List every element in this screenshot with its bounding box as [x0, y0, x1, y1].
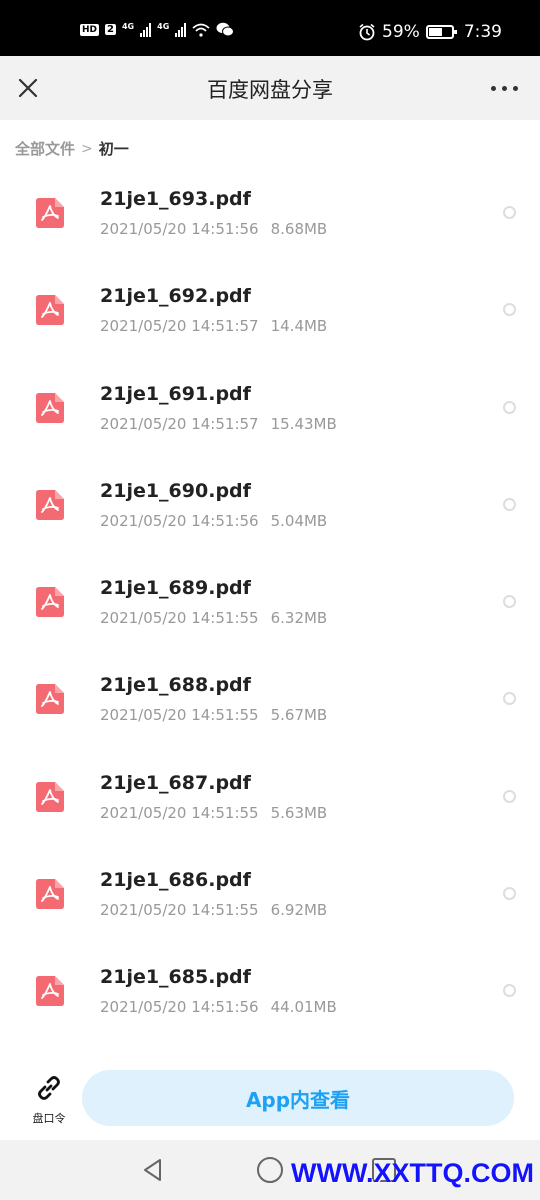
- pdf-file-icon: [36, 295, 64, 326]
- file-name: 21je1_688.pdf: [100, 674, 251, 697]
- clock: 7:39: [463, 22, 502, 42]
- alarm-icon: [359, 23, 375, 41]
- breadcrumb: 全部文件 > 初一: [15, 138, 129, 159]
- wechat-icon: [216, 22, 235, 37]
- file-size: 6.32MB: [270, 609, 328, 628]
- file-date: 2021/05/20 14:51:57: [100, 317, 259, 336]
- top-nav-bar: 百度网盘分享: [0, 56, 540, 120]
- breadcrumb-current: 初一: [98, 140, 129, 158]
- file-row[interactable]: 21je1_693.pdf 2021/05/20 14:51:56 8.68MB: [0, 165, 540, 262]
- select-radio[interactable]: [503, 692, 516, 706]
- file-size: 14.4MB: [270, 317, 328, 336]
- pdf-file-icon: [36, 392, 64, 423]
- wifi-icon: [192, 23, 210, 37]
- file-row[interactable]: 21je1_691.pdf 2021/05/20 14:51:57 15.43MB: [0, 360, 540, 457]
- pdf-file-icon: [36, 879, 64, 910]
- file-row[interactable]: 21je1_689.pdf 2021/05/20 14:51:55 6.32MB: [0, 554, 540, 651]
- select-radio[interactable]: [503, 789, 516, 803]
- file-size: 5.63MB: [270, 803, 328, 822]
- file-name: 21je1_689.pdf: [100, 577, 251, 600]
- file-meta: 2021/05/20 14:51:55 6.92MB: [100, 901, 327, 919]
- status-left: HD 2 4G 4G: [80, 22, 235, 37]
- pdf-file-icon: [36, 198, 64, 228]
- file-name: 21je1_687.pdf: [100, 771, 251, 794]
- select-radio[interactable]: [503, 206, 516, 219]
- link-icon: [38, 1076, 60, 1100]
- link-command-button[interactable]: 盘口令: [26, 1072, 72, 1126]
- file-row[interactable]: 21je1_685.pdf 2021/05/20 14:51:56 44.01MB: [0, 943, 540, 1040]
- file-meta: 2021/05/20 14:51:56 8.68MB: [100, 220, 327, 238]
- file-meta: 2021/05/20 14:51:55 5.63MB: [100, 804, 327, 822]
- file-row[interactable]: 21je1_687.pdf 2021/05/20 14:51:55 5.63MB: [0, 749, 540, 846]
- file-size: 44.01MB: [270, 998, 337, 1017]
- page-title: 百度网盘分享: [207, 78, 333, 102]
- link-command-label: 盘口令: [32, 1112, 66, 1125]
- status-bar: HD 2 4G 4G 59% 7:39: [0, 0, 540, 56]
- file-name: 21je1_685.pdf: [100, 966, 251, 989]
- file-meta: 2021/05/20 14:51:56 5.04MB: [100, 512, 327, 530]
- file-meta: 2021/05/20 14:51:56 44.01MB: [100, 998, 337, 1016]
- file-row[interactable]: 21je1_686.pdf 2021/05/20 14:51:55 6.92MB: [0, 846, 540, 943]
- file-name: 21je1_686.pdf: [100, 869, 251, 892]
- select-radio[interactable]: [503, 497, 516, 511]
- bottom-action-bar: 盘口令 App内查看: [0, 1060, 540, 1140]
- network-label-1: 4G: [121, 22, 135, 31]
- status-right: 59% 7:39: [358, 22, 502, 42]
- file-date: 2021/05/20 14:51:55: [100, 609, 259, 628]
- file-meta: 2021/05/20 14:51:57 15.43MB: [100, 415, 337, 433]
- signal-icon-2: [175, 22, 187, 37]
- file-name: 21je1_692.pdf: [100, 285, 251, 308]
- signal-icon: [140, 22, 152, 37]
- open-in-app-button[interactable]: App内查看: [82, 1070, 514, 1126]
- battery-percent: 59%: [382, 22, 420, 42]
- pdf-file-icon: [36, 489, 64, 520]
- watermark: WWW.XXTTQ.COM: [291, 1158, 534, 1188]
- file-row[interactable]: 21je1_690.pdf 2021/05/20 14:51:56 5.04MB: [0, 457, 540, 554]
- file-meta: 2021/05/20 14:51:57 14.4MB: [100, 317, 327, 335]
- select-radio[interactable]: [503, 595, 516, 609]
- file-date: 2021/05/20 14:51:55: [100, 706, 259, 725]
- file-list: 21je1_693.pdf 2021/05/20 14:51:56 8.68MB …: [0, 165, 540, 1041]
- file-date: 2021/05/20 14:51:55: [100, 803, 259, 822]
- battery-icon: [425, 25, 457, 39]
- file-size: 15.43MB: [270, 414, 337, 433]
- pdf-file-icon: [36, 587, 64, 618]
- file-size: 6.92MB: [270, 901, 328, 920]
- file-row[interactable]: 21je1_692.pdf 2021/05/20 14:51:57 14.4MB: [0, 262, 540, 359]
- file-date: 2021/05/20 14:51:56: [100, 998, 259, 1017]
- file-date: 2021/05/20 14:51:57: [100, 414, 259, 433]
- file-name: 21je1_691.pdf: [100, 382, 251, 405]
- pdf-file-icon: [36, 684, 64, 715]
- file-name: 21je1_693.pdf: [100, 188, 251, 210]
- network-label-2: 4G: [157, 22, 170, 31]
- back-icon[interactable]: [140, 1157, 166, 1183]
- file-size: 5.04MB: [270, 511, 328, 530]
- sim-slot: 2: [105, 24, 116, 35]
- file-size: 8.68MB: [270, 220, 328, 238]
- file-size: 5.67MB: [270, 706, 328, 725]
- select-radio[interactable]: [503, 400, 516, 414]
- select-radio[interactable]: [503, 303, 516, 317]
- hd-badge: HD: [80, 23, 100, 36]
- file-row[interactable]: 21je1_688.pdf 2021/05/20 14:51:55 5.67MB: [0, 651, 540, 748]
- file-date: 2021/05/20 14:51:56: [100, 220, 259, 238]
- breadcrumb-root[interactable]: 全部文件: [15, 138, 75, 159]
- more-icon[interactable]: [491, 86, 518, 91]
- file-name: 21je1_690.pdf: [100, 479, 251, 502]
- breadcrumb-separator: >: [81, 140, 93, 157]
- file-date: 2021/05/20 14:51:55: [100, 901, 259, 920]
- file-meta: 2021/05/20 14:51:55 5.67MB: [100, 706, 327, 724]
- pdf-file-icon: [36, 976, 64, 1007]
- file-meta: 2021/05/20 14:51:55 6.32MB: [100, 609, 327, 627]
- select-radio[interactable]: [503, 887, 516, 901]
- select-radio[interactable]: [503, 984, 516, 998]
- file-date: 2021/05/20 14:51:56: [100, 511, 259, 530]
- pdf-file-icon: [36, 781, 64, 812]
- home-icon[interactable]: [257, 1157, 283, 1183]
